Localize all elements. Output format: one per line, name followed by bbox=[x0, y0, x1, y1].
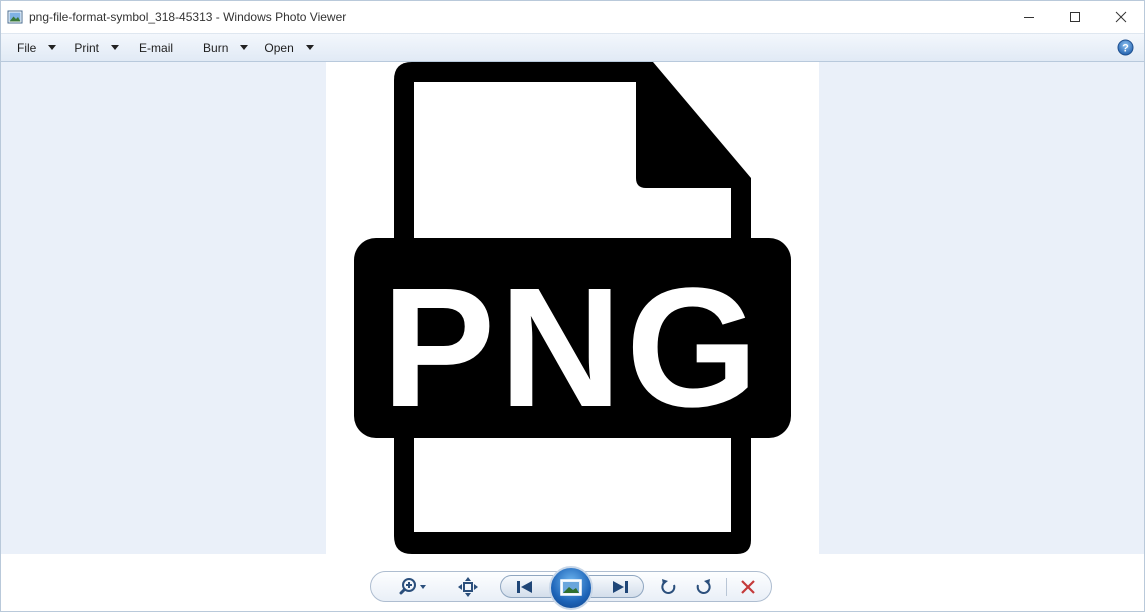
menu-print-label: Print bbox=[74, 40, 100, 55]
previous-button[interactable] bbox=[509, 572, 541, 601]
photo-viewer-app-icon bbox=[7, 10, 23, 24]
minimize-icon bbox=[1024, 17, 1034, 18]
window-controls bbox=[1006, 1, 1144, 33]
menu-open-label: Open bbox=[264, 40, 294, 55]
next-button[interactable] bbox=[604, 572, 636, 601]
menu-email-label: E-mail bbox=[139, 40, 174, 55]
image-viewer-area: PNG bbox=[1, 62, 1144, 554]
rotate-counterclockwise-button[interactable] bbox=[655, 572, 683, 601]
menu-burn-label: Burn bbox=[203, 40, 229, 55]
menu-print[interactable]: Print bbox=[68, 34, 125, 61]
menu-bar: File Print E-mail Burn Open ? bbox=[1, 33, 1144, 62]
menu-file[interactable]: File bbox=[11, 34, 62, 61]
close-button[interactable] bbox=[1098, 1, 1144, 33]
control-bar-area bbox=[1, 554, 1144, 611]
chevron-down-icon bbox=[240, 45, 249, 50]
actual-size-button[interactable] bbox=[453, 572, 483, 601]
chevron-down-icon bbox=[111, 45, 120, 50]
maximize-icon bbox=[1070, 12, 1080, 22]
previous-icon bbox=[517, 580, 532, 593]
menu-open[interactable]: Open bbox=[258, 34, 319, 61]
slideshow-icon bbox=[560, 579, 582, 596]
displayed-image: PNG bbox=[326, 62, 819, 554]
help-icon[interactable]: ? bbox=[1117, 39, 1134, 56]
maximize-button[interactable] bbox=[1052, 1, 1098, 33]
menu-file-label: File bbox=[17, 40, 37, 55]
minimize-button[interactable] bbox=[1006, 1, 1052, 33]
control-separator bbox=[726, 578, 727, 596]
actual-size-icon bbox=[458, 576, 478, 597]
menu-burn[interactable]: Burn bbox=[197, 34, 254, 61]
photo-viewer-window: png-file-format-symbol_318-45313 - Windo… bbox=[0, 0, 1145, 612]
delete-icon bbox=[741, 579, 755, 594]
slideshow-button[interactable] bbox=[549, 566, 593, 610]
close-icon bbox=[1115, 11, 1127, 23]
png-file-icon: PNG bbox=[354, 62, 791, 554]
rotate-counterclockwise-icon bbox=[661, 578, 676, 594]
image-label-text: PNG bbox=[382, 253, 762, 443]
chevron-down-icon bbox=[48, 45, 57, 50]
menu-email[interactable]: E-mail bbox=[133, 34, 179, 61]
delete-button[interactable] bbox=[734, 572, 762, 601]
zoom-icon bbox=[399, 577, 426, 594]
zoom-button[interactable] bbox=[395, 572, 435, 601]
rotate-clockwise-button[interactable] bbox=[689, 572, 717, 601]
rotate-clockwise-icon bbox=[696, 578, 711, 594]
svg-text:?: ? bbox=[1122, 43, 1129, 55]
title-bar: png-file-format-symbol_318-45313 - Windo… bbox=[1, 1, 1144, 33]
chevron-down-icon bbox=[305, 45, 314, 50]
control-bar bbox=[370, 566, 772, 610]
next-icon bbox=[613, 580, 628, 593]
window-title: png-file-format-symbol_318-45313 - Windo… bbox=[29, 10, 347, 24]
